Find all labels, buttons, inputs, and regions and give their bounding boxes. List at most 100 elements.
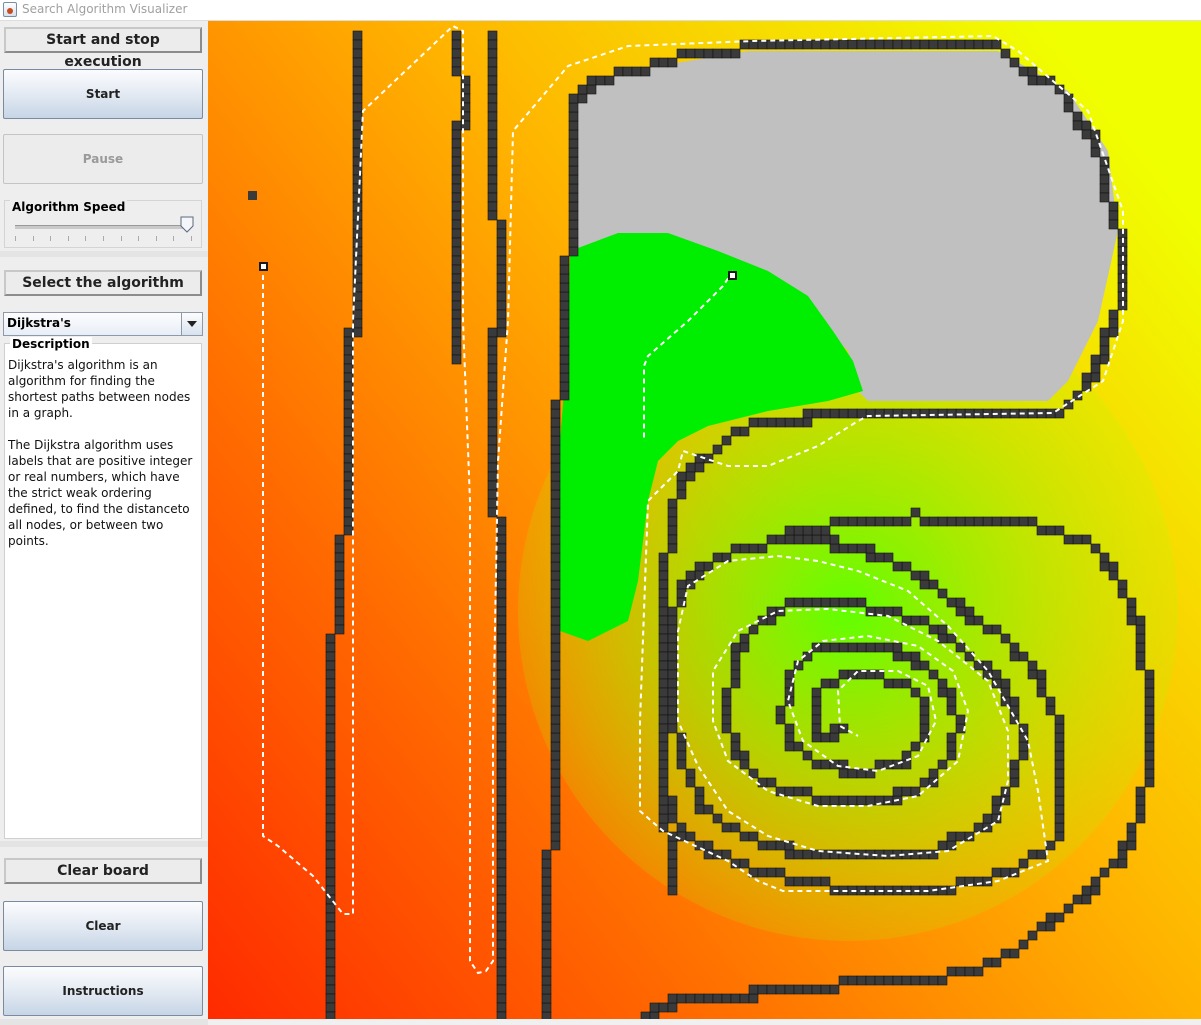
wall-cell [676, 831, 687, 842]
wall-cell [1135, 651, 1146, 662]
wall-cell [1054, 831, 1065, 842]
wall-cell [640, 1011, 651, 1019]
wall-cell [667, 723, 678, 734]
wall-cell [451, 174, 462, 185]
wall-cell [784, 786, 795, 797]
wall-cell [667, 624, 678, 635]
wall-cell [334, 534, 345, 545]
wall-cell [550, 669, 561, 680]
start-button[interactable]: Start [3, 69, 203, 119]
wall-cell [847, 516, 858, 527]
algorithm-speed-track[interactable] [15, 225, 191, 229]
wall-cell [991, 669, 1002, 680]
wall-cell [964, 516, 975, 527]
wall-cell [325, 642, 336, 653]
wall-cell [1000, 678, 1011, 689]
wall-cell [901, 39, 912, 50]
wall-cell [937, 759, 948, 770]
start-node[interactable] [259, 262, 268, 271]
wall-cell [811, 696, 822, 707]
chevron-down-icon[interactable] [181, 313, 202, 335]
wall-cell [568, 237, 579, 248]
wall-cell [901, 561, 912, 572]
clear-button[interactable]: Clear [3, 901, 203, 951]
wall-cell [496, 255, 507, 266]
wall-cell [325, 984, 336, 995]
wall-cell [568, 129, 579, 140]
wall-cell [901, 678, 912, 689]
wall-cell [496, 705, 507, 716]
wall-cell [325, 714, 336, 725]
grid-canvas[interactable] [208, 21, 1201, 1019]
wall-cell [946, 705, 957, 716]
wall-cell [541, 984, 552, 995]
wall-cell [757, 840, 768, 851]
wall-cell [487, 174, 498, 185]
wall-cell [1108, 219, 1119, 230]
wall-cell [937, 588, 948, 599]
wall-cell [937, 408, 948, 419]
wall-cell [667, 714, 678, 725]
wall-cell [910, 39, 921, 50]
wall-cell [496, 570, 507, 581]
wall-cell [1099, 183, 1110, 194]
wall-cell [568, 165, 579, 176]
wall-cell [334, 597, 345, 608]
wall-cell [793, 876, 804, 887]
wall-cell [1135, 813, 1146, 824]
wall-cell [622, 66, 633, 77]
wall-cell [676, 759, 687, 770]
wall-cell [343, 345, 354, 356]
wall-cell [343, 507, 354, 518]
wall-cell [1108, 309, 1119, 320]
wall-cell [1009, 867, 1020, 878]
algorithm-speed-thumb[interactable] [180, 216, 194, 233]
wall-cell [856, 795, 867, 806]
wall-cell [658, 561, 669, 572]
wall-cell [892, 516, 903, 527]
wall-cell [910, 507, 921, 518]
wall-cell [802, 408, 813, 419]
wall-cell [1099, 561, 1110, 572]
wall-cell [820, 525, 831, 536]
wall-cell [919, 732, 930, 743]
wall-cell [325, 948, 336, 959]
java-cup-icon [3, 2, 17, 17]
wall-cell [820, 678, 831, 689]
wall-cell [856, 975, 867, 986]
wall-cell [1054, 795, 1065, 806]
wall-cell [550, 840, 561, 851]
wall-cell [334, 570, 345, 581]
wall-cell-isolated [248, 191, 257, 200]
wall-cell [946, 633, 957, 644]
wall-cell [451, 318, 462, 329]
wall-cell [343, 480, 354, 491]
wall-cell [487, 48, 498, 59]
wall-cell [757, 984, 768, 995]
wall-cell [1027, 849, 1038, 860]
wall-cell [451, 264, 462, 275]
wall-cell [946, 750, 957, 761]
wall-cell [487, 75, 498, 86]
pause-button: Pause [3, 134, 203, 184]
wall-cell [325, 786, 336, 797]
wall-cell [829, 984, 840, 995]
wall-cell [325, 975, 336, 986]
wall-cell [766, 615, 777, 626]
wall-cell [487, 444, 498, 455]
wall-cell [739, 858, 750, 869]
algorithm-select[interactable]: Dijkstra's [3, 312, 203, 336]
wall-cell [496, 984, 507, 995]
target-node[interactable] [728, 271, 737, 280]
wall-cell [550, 516, 561, 527]
algorithm-speed-ticks [15, 236, 193, 242]
wall-cell [451, 273, 462, 284]
wall-cell [775, 705, 786, 716]
wall-cell [883, 606, 894, 617]
instructions-button[interactable]: Instructions [3, 966, 203, 1016]
wall-cell [496, 273, 507, 284]
wall-cell [982, 516, 993, 527]
wall-cell [811, 687, 822, 698]
wall-cell [892, 606, 903, 617]
search-grid[interactable] [208, 21, 1201, 1019]
